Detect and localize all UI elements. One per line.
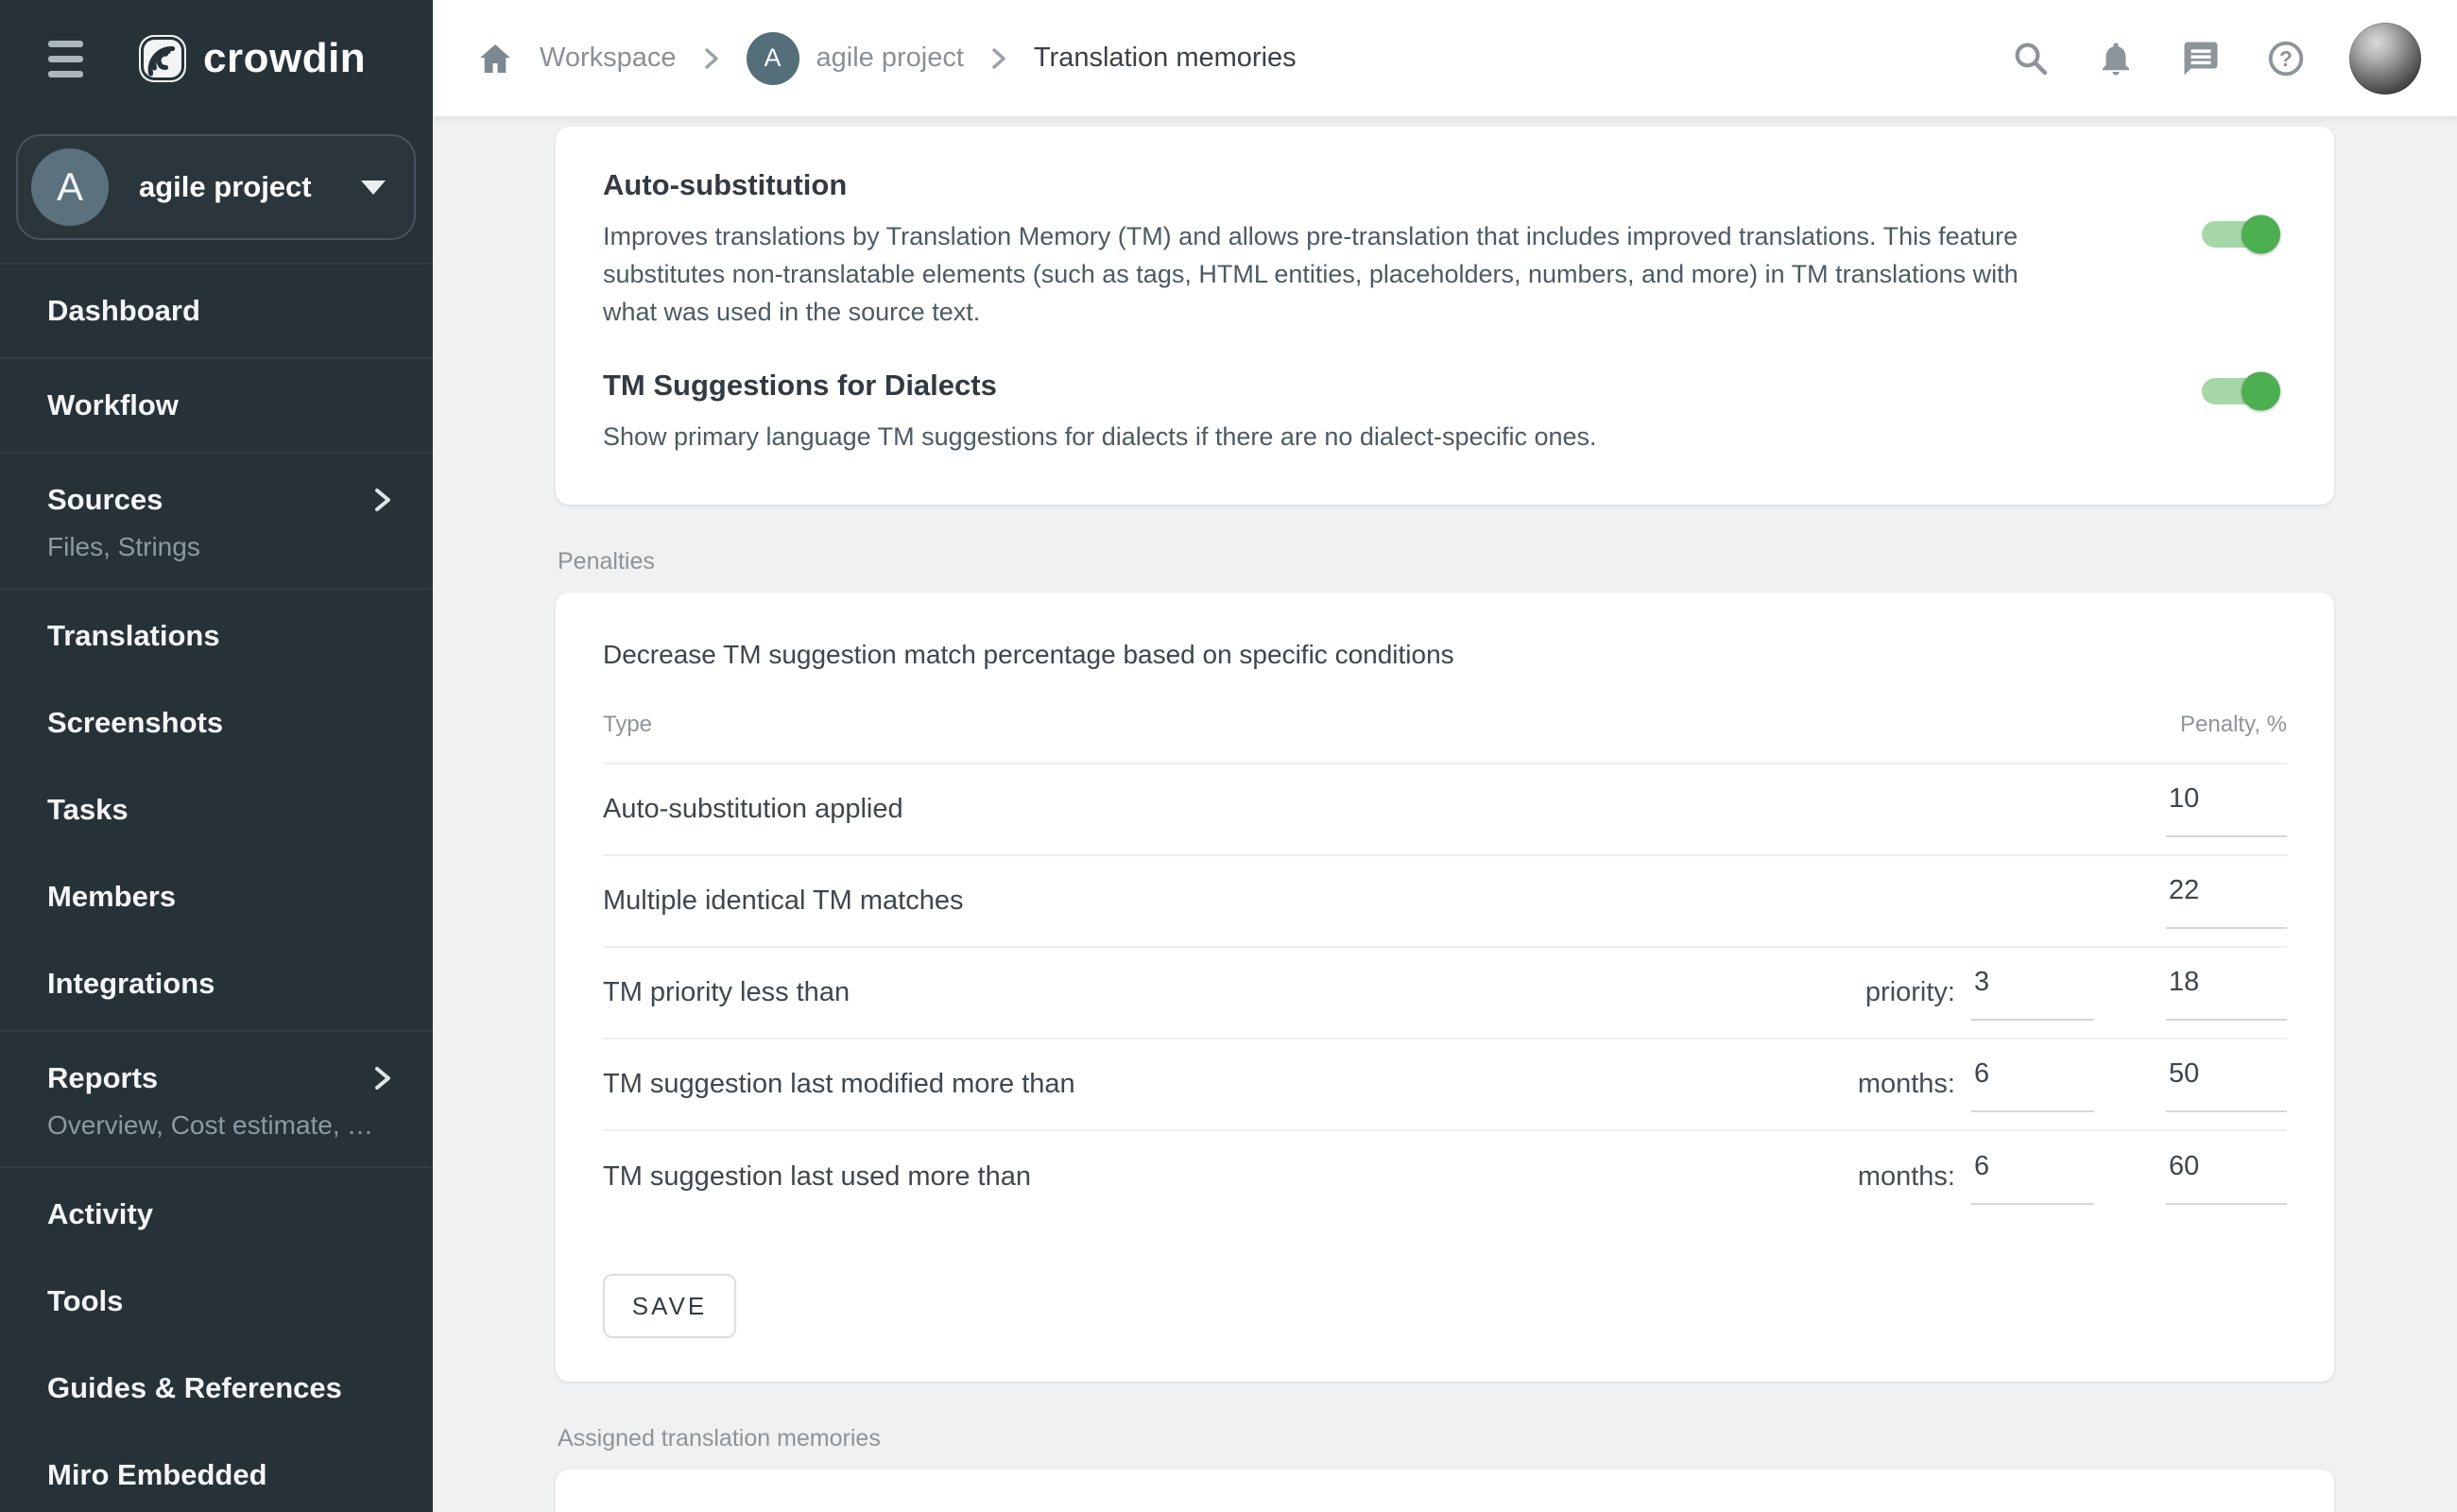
notifications-button[interactable]	[2088, 31, 2143, 86]
sidebar-nav: Dashboard Workflow Sources Files, String…	[0, 265, 433, 1512]
sidebar-item-tools[interactable]: Tools	[0, 1258, 433, 1345]
sidebar-item-reports[interactable]: Reports	[0, 1035, 433, 1122]
penalty-input[interactable]	[2166, 1057, 2287, 1112]
auto-substitution-setting: Auto-substitution Improves translations …	[603, 168, 2277, 331]
app-window: crowdin A agile project Dashboard Workfl…	[0, 0, 2457, 1512]
project-avatar: A	[747, 32, 799, 85]
table-row: Auto-substitution applied	[603, 765, 2287, 856]
months-label: months:	[1858, 1161, 1955, 1193]
sidebar-item-miro-embedded[interactable]: Miro Embedded	[0, 1432, 433, 1512]
breadcrumb-project[interactable]: A agile project	[747, 32, 964, 85]
sidebar-item-sources[interactable]: Sources	[0, 456, 433, 543]
sidebar-item-screenshots[interactable]: Screenshots	[0, 679, 433, 766]
search-button[interactable]	[2003, 31, 2058, 86]
project-name: agile project	[139, 170, 361, 204]
crowdin-logo[interactable]: crowdin	[136, 32, 366, 85]
sidebar-item-workflow[interactable]: Workflow	[0, 362, 433, 449]
sidebar-subtitle-sources: Files, Strings	[0, 532, 433, 585]
table-row: Multiple identical TM matches	[603, 856, 2287, 948]
sidebar-item-activity[interactable]: Activity	[0, 1171, 433, 1258]
column-header-penalty: Penalty, %	[2166, 712, 2287, 738]
breadcrumb-workspace[interactable]: Workspace	[540, 43, 677, 74]
tm-dialects-setting: TM Suggestions for Dialects Show primary…	[603, 369, 2277, 455]
chevron-right-icon	[372, 484, 393, 516]
auto-substitution-description: Improves translations by Translation Mem…	[603, 217, 2070, 331]
months-input[interactable]	[1971, 1057, 2094, 1112]
main-area: Workspace A agile project Translation me…	[433, 0, 2457, 1512]
auto-substitution-title: Auto-substitution	[603, 168, 2070, 202]
penalty-input[interactable]	[2166, 966, 2287, 1021]
breadcrumb: Workspace A agile project Translation me…	[476, 32, 1297, 85]
sidebar-item-translations[interactable]: Translations	[0, 593, 433, 679]
svg-text:?: ?	[2279, 46, 2293, 71]
penalty-input[interactable]	[2166, 874, 2287, 929]
chevron-right-icon	[372, 1062, 393, 1094]
priority-input[interactable]	[1971, 966, 2094, 1021]
table-row: TM suggestion last used more than months…	[603, 1131, 2287, 1223]
messages-button[interactable]	[2174, 31, 2228, 86]
sidebar-header: crowdin	[0, 0, 433, 117]
logo-text: crowdin	[203, 35, 366, 82]
chat-icon	[2181, 39, 2221, 78]
months-label: months:	[1858, 1069, 1955, 1100]
user-avatar[interactable]	[2349, 23, 2421, 94]
assigned-tm-card: FILTER	[556, 1469, 2334, 1512]
assigned-section-label: Assigned translation memories	[558, 1425, 2334, 1452]
chevron-right-icon	[989, 44, 1008, 73]
menu-icon[interactable]	[44, 35, 87, 83]
penalty-input[interactable]	[2166, 1150, 2287, 1205]
table-row: TM priority less than priority:	[603, 948, 2287, 1040]
penalties-card-title: Decrease TM suggestion match percentage …	[603, 640, 2287, 670]
chevron-right-icon	[702, 44, 721, 73]
page-title: Translation memories	[1034, 43, 1297, 74]
project-avatar: A	[31, 148, 109, 226]
sidebar-item-integrations[interactable]: Integrations	[0, 940, 433, 1027]
tm-dialects-description: Show primary language TM suggestions for…	[603, 418, 2070, 455]
search-icon	[2011, 39, 2051, 78]
penalties-card: Decrease TM suggestion match percentage …	[556, 593, 2334, 1382]
topbar-actions: ?	[2003, 23, 2421, 94]
home-icon[interactable]	[476, 40, 514, 77]
tm-settings-card: Auto-substitution Improves translations …	[556, 127, 2334, 505]
project-selector[interactable]: A agile project	[16, 134, 416, 240]
sidebar-subtitle-reports: Overview, Cost estimate, Transl…	[0, 1110, 433, 1163]
tm-dialects-title: TM Suggestions for Dialects	[603, 369, 2070, 403]
page-content: Auto-substitution Improves translations …	[433, 117, 2457, 1512]
penalty-input[interactable]	[2166, 782, 2287, 837]
sidebar-item-dashboard[interactable]: Dashboard	[0, 267, 433, 354]
penalties-section-label: Penalties	[558, 548, 2334, 576]
save-button[interactable]: SAVE	[603, 1274, 736, 1338]
crowdin-logo-icon	[136, 32, 189, 85]
priority-label: priority:	[1865, 977, 1955, 1008]
sidebar-item-guides-references[interactable]: Guides & References	[0, 1345, 433, 1432]
chevron-down-icon	[361, 180, 386, 195]
sidebar-item-tasks[interactable]: Tasks	[0, 766, 433, 853]
table-row: TM suggestion last modified more than mo…	[603, 1040, 2287, 1131]
topbar: Workspace A agile project Translation me…	[433, 0, 2457, 117]
sidebar: crowdin A agile project Dashboard Workfl…	[0, 0, 433, 1512]
auto-substitution-toggle[interactable]	[2202, 221, 2277, 248]
help-button[interactable]: ?	[2259, 31, 2313, 86]
months-input[interactable]	[1971, 1150, 2094, 1205]
breadcrumb-project-label: agile project	[816, 43, 964, 74]
tm-dialects-toggle[interactable]	[2202, 378, 2277, 404]
help-icon: ?	[2266, 39, 2306, 78]
sidebar-item-members[interactable]: Members	[0, 853, 433, 940]
penalties-table-header: Type Penalty, %	[603, 712, 2287, 765]
bell-icon	[2096, 39, 2136, 78]
column-header-type: Type	[603, 712, 2166, 738]
